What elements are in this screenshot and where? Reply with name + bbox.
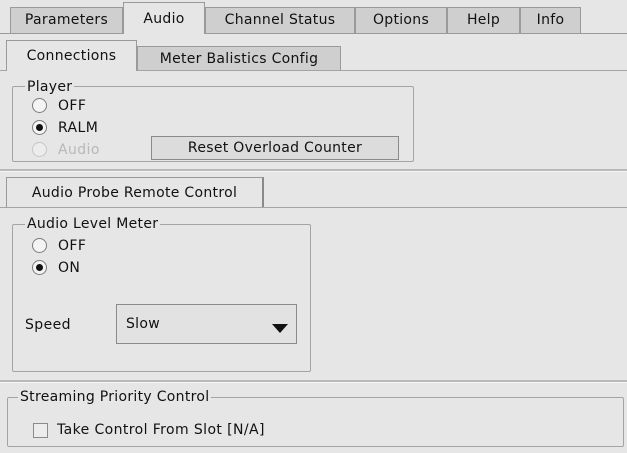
- take-control-label: Take Control From Slot [N/A]: [57, 422, 265, 438]
- section-separator: [0, 169, 627, 172]
- player-audio-label: Audio: [58, 142, 100, 158]
- tab-label: Audio: [143, 11, 185, 27]
- speed-select-value: Slow: [126, 316, 160, 332]
- subtab-label: Meter Balistics Config: [159, 51, 319, 67]
- subtab-meter-balistics-config[interactable]: Meter Balistics Config: [137, 46, 341, 71]
- tab-options[interactable]: Options: [355, 7, 447, 33]
- tab-help[interactable]: Help: [447, 7, 520, 33]
- player-off-radio[interactable]: [32, 98, 47, 113]
- tab-info[interactable]: Info: [520, 7, 581, 33]
- tab-bar-divider: [0, 33, 627, 34]
- player-off-label: OFF: [58, 98, 87, 114]
- speed-select[interactable]: Slow: [116, 304, 297, 344]
- tab-channel-status[interactable]: Channel Status: [205, 7, 355, 33]
- audio-level-meter-group: [12, 224, 311, 372]
- speed-label: Speed: [25, 317, 71, 333]
- tab-audio[interactable]: Audio: [123, 2, 205, 34]
- streaming-priority-legend: Streaming Priority Control: [18, 389, 212, 405]
- chevron-down-icon: [272, 321, 288, 337]
- audio-level-meter-legend: Audio Level Meter: [25, 216, 161, 232]
- player-ralm-radio[interactable]: [32, 120, 47, 135]
- player-ralm-label: RALM: [58, 120, 99, 136]
- button-label: Reset Overload Counter: [187, 140, 363, 156]
- meter-off-radio[interactable]: [32, 238, 47, 253]
- meter-on-label: ON: [58, 260, 81, 276]
- tab-label: Info: [536, 12, 565, 28]
- tab-label: Help: [466, 12, 501, 28]
- subtab-label: Audio Probe Remote Control: [31, 185, 238, 201]
- section-separator: [0, 380, 627, 383]
- reset-overload-counter-button[interactable]: Reset Overload Counter: [151, 136, 399, 160]
- subtab-connections[interactable]: Connections: [6, 40, 137, 71]
- take-control-checkbox[interactable]: [33, 423, 48, 438]
- tab-label: Options: [372, 12, 430, 28]
- tab-audio-probe-remote-control[interactable]: Audio Probe Remote Control: [6, 177, 264, 208]
- player-legend: Player: [25, 79, 75, 95]
- meter-on-radio[interactable]: [32, 260, 47, 275]
- player-audio-radio: [32, 142, 47, 157]
- meter-off-label: OFF: [58, 238, 87, 254]
- subtab-label: Connections: [26, 48, 117, 64]
- tab-parameters[interactable]: Parameters: [10, 7, 123, 33]
- tab-label: Parameters: [24, 12, 109, 28]
- tab-label: Channel Status: [224, 12, 336, 28]
- probe-tab-divider: [0, 207, 627, 208]
